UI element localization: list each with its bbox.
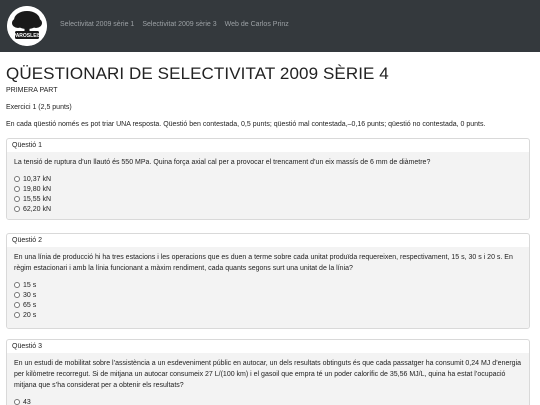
- question-label: Qüestió 2: [12, 237, 42, 244]
- answer-option[interactable]: 43: [14, 397, 524, 405]
- question-card-2: Qüestió 2 En una línia de producció hi h…: [6, 233, 530, 329]
- answer-option[interactable]: 15 s: [14, 280, 524, 290]
- page-title: QÜESTIONARI DE SELECTIVITAT 2009 SÈRIE 4: [6, 64, 389, 83]
- nav-link-carlos-prinz[interactable]: Web de Carlos Prinz: [225, 21, 289, 28]
- answer-option[interactable]: 10,37 kN: [14, 174, 524, 184]
- site-logo[interactable]: PAROSLEIS: [7, 6, 47, 46]
- radio-button[interactable]: [14, 312, 20, 318]
- answer-label: 10,37 kN: [23, 175, 52, 183]
- tree-logo-icon: PAROSLEIS: [7, 6, 47, 46]
- answer-option[interactable]: 62,20 kN: [14, 204, 524, 214]
- answer-option[interactable]: 20 s: [14, 310, 524, 320]
- answer-option[interactable]: 15,55 kN: [14, 194, 524, 204]
- answer-label: 15,55 kN: [23, 195, 52, 203]
- question-label: Qüestió 1: [12, 142, 42, 149]
- nav-link-serie-1[interactable]: Selectivitat 2009 sèrie 1: [60, 21, 134, 28]
- radio-button[interactable]: [14, 302, 20, 308]
- question-label: Qüestió 3: [12, 343, 42, 350]
- answer-option[interactable]: 65 s: [14, 300, 524, 310]
- question-text: La tensió de ruptura d’un llautó és 550 …: [14, 159, 431, 166]
- section-subtitle: PRIMERA PART: [6, 87, 58, 94]
- radio-button[interactable]: [14, 186, 20, 192]
- answer-label: 19,80 kN: [23, 185, 52, 193]
- answer-label: 15 s: [23, 281, 37, 289]
- question-body: En un estudi de mobilitat sobre l’assist…: [7, 353, 529, 405]
- exercise-heading: Exercici 1 (2,5 punts): [6, 104, 72, 111]
- question-card-3: Qüestió 3 En un estudi de mobilitat sobr…: [6, 339, 530, 405]
- radio-button[interactable]: [14, 176, 20, 182]
- nav-link-serie-3[interactable]: Selectivitat 2009 sèrie 3: [142, 21, 216, 28]
- instructions-text: En cada qüestió només es pot triar UNA r…: [6, 121, 486, 128]
- answer-option[interactable]: 30 s: [14, 290, 524, 300]
- radio-button[interactable]: [14, 292, 20, 298]
- answer-label: 65 s: [23, 301, 37, 309]
- answer-label: 62,20 kN: [23, 205, 52, 213]
- question-body: La tensió de ruptura d’un llautó és 550 …: [7, 152, 529, 219]
- question-card-1: Qüestió 1 La tensió de ruptura d’un llau…: [6, 138, 530, 220]
- radio-button[interactable]: [14, 206, 20, 212]
- answer-option[interactable]: 19,80 kN: [14, 184, 524, 194]
- radio-button[interactable]: [14, 196, 20, 202]
- nav-links: Selectivitat 2009 sèrie 1 Selectivitat 2…: [60, 21, 289, 28]
- radio-button[interactable]: [14, 282, 20, 288]
- answer-label: 43: [23, 398, 31, 405]
- answer-label: 20 s: [23, 311, 37, 319]
- question-body: En una línia de producció hi ha tres est…: [7, 247, 529, 328]
- logo-text: PAROSLEIS: [13, 33, 42, 39]
- question-text: En una línia de producció hi ha tres est…: [14, 254, 513, 272]
- radio-button[interactable]: [14, 399, 20, 405]
- question-text: En un estudi de mobilitat sobre l’assist…: [14, 360, 522, 389]
- answer-label: 30 s: [23, 291, 37, 299]
- navbar: PAROSLEIS Selectivitat 2009 sèrie 1 Sele…: [0, 0, 540, 52]
